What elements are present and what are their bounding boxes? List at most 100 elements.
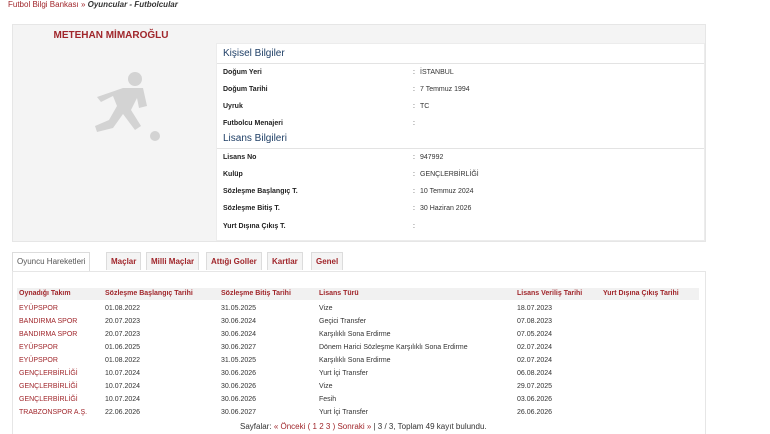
cell-license-date: 07.08.2023: [517, 318, 553, 325]
cell-license-type: Geçici Transfer: [319, 318, 367, 325]
cell-license-date: 06.08.2024: [517, 370, 553, 377]
birthplace-value: İSTANBUL: [420, 69, 454, 76]
tab-general[interactable]: Genel: [311, 252, 344, 270]
cell-license-type: Yurt İçi Transfer: [319, 370, 369, 377]
birthdate-value: 7 Temmuz 1994: [420, 86, 470, 93]
cell-team[interactable]: GENÇLERBİRLİĞİ: [19, 368, 78, 379]
colon: :: [413, 86, 415, 93]
cell-contract-end: 30.06.2027: [221, 409, 257, 416]
contract-end-value: 30 Haziran 2026: [420, 205, 472, 212]
pagination: Sayfalar: « Önceki ( 1 2 3 ) Sonraki » |…: [240, 422, 487, 431]
cell-team[interactable]: EYÜPSPOR: [19, 342, 58, 353]
club-label: Kulüp: [223, 171, 243, 178]
breadcrumb-separator: »: [80, 0, 86, 9]
tab-matches[interactable]: Maçlar: [106, 252, 142, 270]
colon: :: [413, 205, 415, 212]
column-header: Yurt Dışına Çıkış Tarihi: [601, 288, 699, 300]
cell-contract-end: 31.05.2025: [221, 305, 257, 312]
cell-license-type: Fesih: [319, 396, 337, 403]
contract-start-value: 10 Temmuz 2024: [420, 188, 474, 195]
cell-license-type: Yurt İçi Transfer: [319, 409, 369, 416]
column-header: Sözleşme Başlangıç Tarihi: [103, 288, 219, 300]
tab-cards[interactable]: Kartlar: [267, 252, 303, 270]
cell-team[interactable]: GENÇLERBİRLİĞİ: [19, 394, 78, 405]
pager-page-link[interactable]: 3: [326, 422, 330, 431]
pager-summary: | 3 / 3, Toplam 49 kayıt bulundu.: [373, 422, 487, 431]
cell-license-date: 29.07.2025: [517, 383, 553, 390]
birthdate-label: Doğum Tarihi: [223, 86, 268, 93]
pager-page-link[interactable]: 2: [319, 422, 323, 431]
pager-page-link[interactable]: 1: [313, 422, 317, 431]
colon: :: [413, 171, 415, 178]
cell-contract-start: 10.07.2024: [105, 370, 141, 377]
cell-contract-start: 01.08.2022: [105, 305, 141, 312]
agent-label: Futbolcu Menajeri: [223, 120, 283, 127]
info-panel: Kişisel Bilgiler Doğum Yeri : İSTANBUL D…: [216, 43, 705, 241]
tab-goals[interactable]: Attığı Goller: [206, 252, 262, 270]
cell-contract-start: 22.06.2026: [105, 409, 141, 416]
cell-license-date: 02.07.2024: [517, 344, 553, 351]
license-info-title: Lisans Bilgileri: [223, 133, 287, 144]
player-card: METEHAN MİMAROĞLU Kişisel Bilgiler Doğum…: [12, 24, 706, 242]
contract-end-label: Sözleşme Bitiş T.: [223, 205, 280, 212]
colon: :: [413, 154, 415, 161]
cell-license-date: 07.05.2024: [517, 331, 553, 338]
nationality-value: TC: [420, 103, 430, 110]
pager-prefix: Sayfalar:: [240, 422, 272, 431]
column-header: Lisans Türü: [317, 288, 515, 300]
colon: :: [413, 223, 415, 230]
tab-national-matches[interactable]: Milli Maçlar: [146, 252, 200, 270]
nationality-label: Uyruk: [223, 103, 243, 110]
section-divider: [217, 63, 704, 64]
colon: :: [413, 103, 415, 110]
breadcrumb-root-link[interactable]: Futbol Bilgi Bankası: [8, 0, 79, 9]
player-silhouette-icon: [95, 72, 160, 141]
cell-license-type: Vize: [319, 305, 333, 312]
cell-contract-start: 20.07.2023: [105, 331, 141, 338]
cell-license-type: Vize: [319, 383, 333, 390]
tab-player-movements[interactable]: Oyuncu Hareketleri: [12, 252, 91, 271]
breadcrumb-current: Oyuncular - Futbolcular: [87, 0, 178, 9]
colon: :: [413, 69, 415, 76]
player-name: METEHAN MİMAROĞLU: [53, 30, 169, 41]
cell-contract-start: 10.07.2024: [105, 383, 141, 390]
cell-team[interactable]: EYÜPSPOR: [19, 303, 58, 314]
cell-team[interactable]: GENÇLERBİRLİĞİ: [19, 381, 78, 392]
colon: :: [413, 188, 415, 195]
cell-license-type: Karşılıklı Sona Erdirme: [319, 357, 391, 364]
personal-info-title: Kişisel Bilgiler: [223, 48, 285, 59]
abroad-exit-label: Yurt Dışına Çıkış T.: [223, 223, 286, 230]
contract-start-label: Sözleşme Başlangıç T.: [223, 188, 298, 195]
colon: :: [413, 120, 415, 127]
cell-contract-end: 30.06.2026: [221, 383, 257, 390]
cell-contract-start: 10.07.2024: [105, 396, 141, 403]
column-header: Sözleşme Bitiş Tarihi: [219, 288, 317, 300]
cell-contract-end: 30.06.2026: [221, 370, 257, 377]
cell-contract-end: 30.06.2026: [221, 396, 257, 403]
section-divider: [217, 148, 704, 149]
cell-contract-end: 30.06.2024: [221, 331, 257, 338]
cell-license-date: 03.06.2026: [517, 396, 553, 403]
birthplace-label: Doğum Yeri: [223, 69, 262, 76]
column-header: Oynadığı Takım: [17, 288, 103, 300]
cell-license-type: Karşılıklı Sona Erdirme: [319, 331, 391, 338]
pager-prev-link[interactable]: « Önceki (: [274, 422, 310, 431]
column-header: Lisans Veriliş Tarihi: [515, 288, 601, 300]
cell-contract-end: 30.06.2024: [221, 318, 257, 325]
cell-license-date: 02.07.2024: [517, 357, 553, 364]
cell-contract-end: 31.05.2025: [221, 357, 257, 364]
cell-license-type: Dönem Harici Sözleşme Karşılıklı Sona Er…: [319, 344, 468, 351]
cell-license-date: 26.06.2026: [517, 409, 553, 416]
cell-team[interactable]: TRABZONSPOR A.Ş.: [19, 407, 87, 418]
license-no-label: Lisans No: [223, 154, 257, 161]
license-no-value: 947992: [420, 154, 444, 161]
cell-contract-start: 01.06.2025: [105, 344, 141, 351]
cell-team[interactable]: BANDIRMA SPOR: [19, 316, 77, 327]
cell-contract-start: 01.08.2022: [105, 357, 141, 364]
cell-contract-start: 20.07.2023: [105, 318, 141, 325]
movements-table: Oynadığı Takım Sözleşme Başlangıç Tarihi…: [12, 271, 706, 434]
club-value: GENÇLERBİRLİĞİ: [420, 171, 479, 178]
pager-next-link[interactable]: ) Sonraki »: [333, 422, 372, 431]
cell-team[interactable]: BANDIRMA SPOR: [19, 329, 77, 340]
cell-team[interactable]: EYÜPSPOR: [19, 355, 58, 366]
